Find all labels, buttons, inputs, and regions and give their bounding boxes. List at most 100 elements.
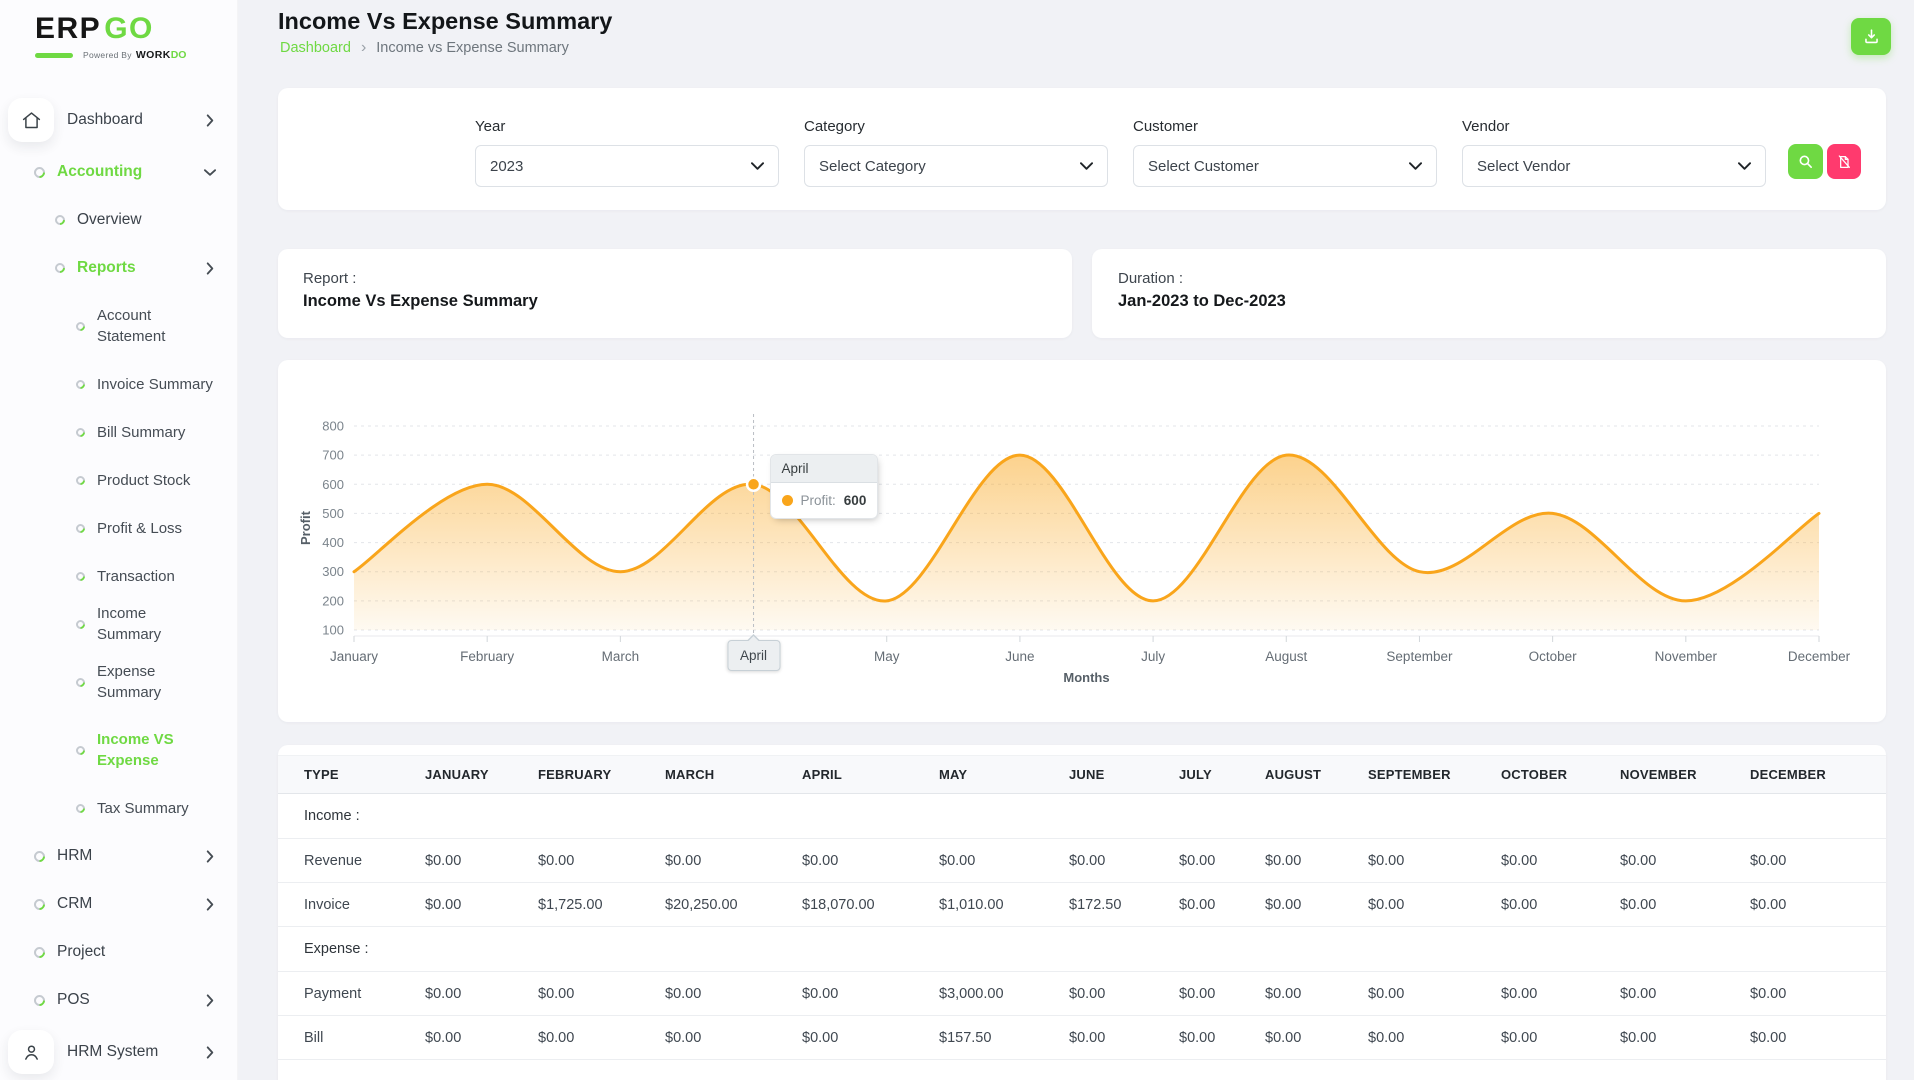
column-header: TYPE bbox=[278, 755, 425, 794]
cell-value: $0.00 bbox=[665, 1015, 802, 1060]
bullet-ring-icon bbox=[31, 944, 48, 960]
cell-value: $0.00 bbox=[1368, 882, 1501, 927]
duration-value: Jan-2023 to Dec-2023 bbox=[1118, 292, 1286, 310]
search-icon bbox=[1797, 153, 1814, 170]
svg-text:October: October bbox=[1529, 649, 1578, 664]
sidebar-item-project[interactable]: Project bbox=[0, 928, 238, 976]
bullet-ring-icon bbox=[74, 319, 87, 333]
cell-value: $0.00 bbox=[1501, 882, 1620, 927]
cell-value: $0.00 bbox=[425, 971, 538, 1016]
chevron-right-icon bbox=[206, 849, 214, 863]
table-row: Bill $0.00 $0.00 $0.00 $0.00 $157.50 $0.00 $0.0… bbox=[278, 1015, 1886, 1060]
summary-table: TYPE JANUARY FEBRUARY MARCH APRIL MAY JUNE JULY… bbox=[278, 755, 1886, 1060]
table-section-row: Income : bbox=[278, 793, 1886, 839]
sidebar-item-account-statement[interactable]: Account Statement bbox=[0, 292, 238, 360]
download-button[interactable] bbox=[1851, 18, 1891, 55]
sidebar-item-product-stock[interactable]: Product Stock bbox=[0, 456, 238, 504]
sidebar-item-income-vs-expense[interactable]: Income VS Expense bbox=[0, 716, 238, 784]
cell-value: $1,010.00 bbox=[939, 882, 1069, 927]
sidebar-item-label: Accounting bbox=[57, 163, 143, 181]
bullet-ring-icon bbox=[52, 212, 68, 228]
sidebar-item-pos[interactable]: POS bbox=[0, 976, 238, 1024]
year-filter: Year 2023 bbox=[475, 118, 779, 187]
logo-text-primary: ERP bbox=[35, 12, 102, 45]
sidebar-item-tax-summary[interactable]: Tax Summary bbox=[0, 784, 238, 832]
cell-value: $0.00 bbox=[1750, 882, 1886, 927]
svg-text:November: November bbox=[1655, 649, 1718, 664]
cell-value: $0.00 bbox=[538, 838, 665, 883]
powered-by-label: Powered By bbox=[83, 50, 132, 60]
bullet-ring-icon bbox=[31, 164, 48, 180]
sidebar-item-income-summary[interactable]: Income Summary bbox=[0, 600, 238, 648]
cell-value: $0.00 bbox=[1620, 838, 1750, 883]
filter-card: Year 2023 Category Select Category Custo… bbox=[278, 88, 1886, 210]
sidebar-item-overview[interactable]: Overview bbox=[0, 196, 238, 244]
vendor-label: Vendor bbox=[1462, 118, 1510, 135]
cell-value: $18,070.00 bbox=[802, 882, 939, 927]
svg-text:300: 300 bbox=[322, 564, 344, 579]
cell-value: $0.00 bbox=[425, 1015, 538, 1060]
sidebar-item-hrm-system[interactable]: HRM System bbox=[0, 1024, 238, 1080]
cell-value: $1,725.00 bbox=[538, 882, 665, 927]
chevron-right-icon bbox=[206, 113, 214, 127]
cell-value: $0.00 bbox=[1501, 971, 1620, 1016]
reset-filter-button[interactable] bbox=[1827, 144, 1861, 179]
sidebar-item-label: Income Summary bbox=[97, 605, 162, 643]
sidebar-item-label: POS bbox=[57, 991, 90, 1009]
cell-value: $20,250.00 bbox=[665, 882, 802, 927]
breadcrumb-item: Income vs Expense Summary bbox=[376, 40, 569, 56]
bullet-ring-icon bbox=[52, 260, 68, 276]
bullet-ring-icon bbox=[31, 848, 48, 864]
cell-value: $0.00 bbox=[1368, 971, 1501, 1016]
cell-value: $0.00 bbox=[425, 838, 538, 883]
customer-label: Customer bbox=[1133, 118, 1199, 135]
svg-text:100: 100 bbox=[322, 623, 344, 638]
search-button[interactable] bbox=[1788, 144, 1823, 179]
cell-value: $0.00 bbox=[1368, 1015, 1501, 1060]
cell-value: $0.00 bbox=[1750, 971, 1886, 1016]
svg-text:February: February bbox=[460, 649, 514, 664]
cell-value: $0.00 bbox=[665, 838, 802, 883]
cell-value: $0.00 bbox=[1750, 838, 1886, 883]
cell-value: $0.00 bbox=[802, 971, 939, 1016]
home-icon bbox=[8, 98, 54, 142]
category-label: Category bbox=[804, 118, 865, 135]
sidebar-item-bill-summary[interactable]: Bill Summary bbox=[0, 408, 238, 456]
sidebar-item-dashboard[interactable]: Dashboard bbox=[0, 92, 238, 148]
cell-value: $3,000.00 bbox=[939, 971, 1069, 1016]
tooltip-series-label: Profit: bbox=[800, 493, 836, 509]
chart-canvas[interactable]: 100 200 300 400 500 600 700 800 January February M… bbox=[278, 366, 1886, 716]
report-value: Income Vs Expense Summary bbox=[303, 292, 538, 310]
year-select[interactable]: 2023 bbox=[475, 145, 779, 187]
sidebar-item-expense-summary[interactable]: Expense Summary bbox=[0, 648, 238, 716]
table-row: Revenue $0.00 $0.00 $0.00 $0.00 $0.00 $0.00 $0.… bbox=[278, 838, 1886, 883]
sidebar-item-label: Bill Summary bbox=[97, 423, 186, 441]
chevron-down-icon bbox=[751, 162, 764, 170]
sidebar-item-transaction[interactable]: Transaction bbox=[0, 552, 238, 600]
svg-text:Profit: Profit bbox=[298, 510, 313, 545]
sidebar-item-accounting[interactable]: Accounting bbox=[0, 148, 238, 196]
breadcrumb-separator-icon: › bbox=[360, 39, 367, 56]
cell-value: $0.00 bbox=[425, 882, 538, 927]
column-header: NOVEMBER bbox=[1620, 755, 1750, 794]
sidebar-item-hrm[interactable]: HRM bbox=[0, 832, 238, 880]
cell-value: $0.00 bbox=[1620, 882, 1750, 927]
logo-text-accent: GO bbox=[104, 12, 154, 45]
customer-select[interactable]: Select Customer bbox=[1133, 145, 1437, 187]
bullet-ring-icon bbox=[74, 377, 87, 391]
column-header: JUNE bbox=[1069, 755, 1179, 794]
sidebar-item-crm[interactable]: CRM bbox=[0, 880, 238, 928]
category-select[interactable]: Select Category bbox=[804, 145, 1108, 187]
sidebar-item-invoice-summary[interactable]: Invoice Summary bbox=[0, 360, 238, 408]
sidebar-item-label: Expense Summary bbox=[97, 663, 162, 701]
bullet-ring-icon bbox=[74, 801, 87, 815]
vendor-select[interactable]: Select Vendor bbox=[1462, 145, 1766, 187]
svg-text:December: December bbox=[1788, 649, 1851, 664]
chevron-down-icon bbox=[203, 166, 217, 179]
app-logo[interactable]: ERP GO Powered By WORK DO bbox=[35, 12, 186, 61]
breadcrumb-item[interactable]: Dashboard bbox=[280, 40, 351, 56]
bullet-ring-icon bbox=[74, 569, 87, 583]
sidebar-item-profit-loss[interactable]: Profit & Loss bbox=[0, 504, 238, 552]
sidebar-item-reports[interactable]: Reports bbox=[0, 244, 238, 292]
cell-value: $0.00 bbox=[1179, 882, 1265, 927]
